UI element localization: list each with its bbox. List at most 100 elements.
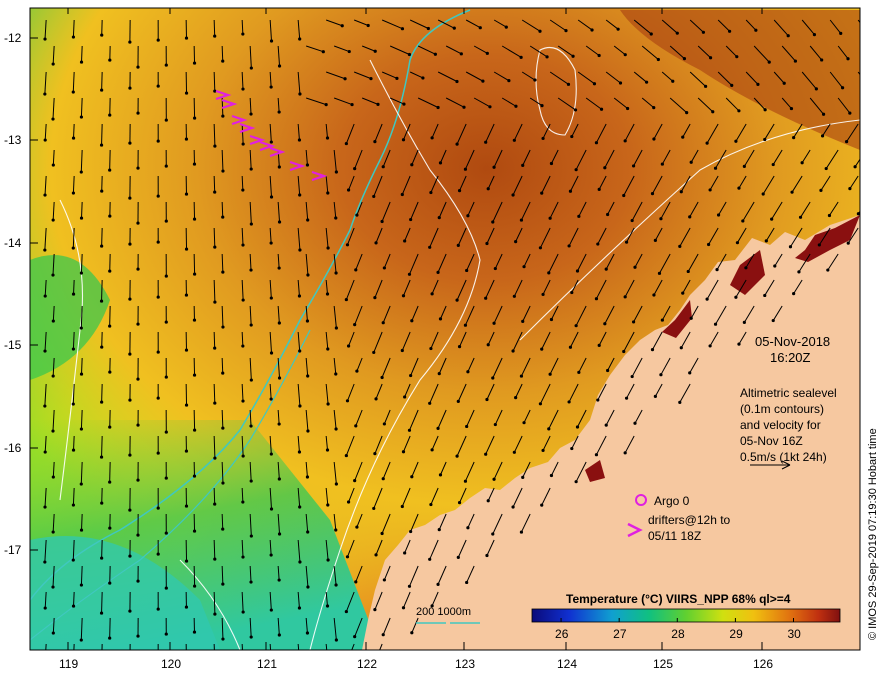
velocity-arrow-head <box>100 244 104 248</box>
velocity-arrow-head <box>184 137 189 141</box>
velocity-arrow-head <box>184 293 189 297</box>
velocity-arrow-head <box>436 105 440 110</box>
velocity-arrow-head <box>407 52 412 57</box>
velocity-arrow-head <box>380 219 384 224</box>
velocity-arrow-head <box>819 188 823 192</box>
velocity-arrow-head <box>344 297 348 302</box>
velocity-arrow-head <box>249 66 253 70</box>
velocity-arrow-head <box>491 220 495 224</box>
velocity-arrow-head <box>597 187 601 191</box>
velocity-arrow-head <box>708 344 712 348</box>
velocity-arrow-head <box>51 429 55 433</box>
velocity-arrow-head <box>486 343 490 347</box>
velocity-arrow-head <box>249 635 253 639</box>
velocity-arrow-head <box>873 56 876 59</box>
velocity-arrow-head <box>347 656 350 659</box>
velocity-arrow-head <box>577 214 581 218</box>
colorbar-tick-label: 30 <box>788 627 802 641</box>
colorbar-title: Temperature (°C) VIIRS_NPP 68% ql>=4 <box>566 592 791 606</box>
velocity-arrow-head <box>221 114 225 118</box>
velocity-arrow-head <box>277 422 281 426</box>
velocity-arrow-head <box>631 164 636 168</box>
velocity-arrow-head <box>325 448 330 452</box>
velocity-arrow-head <box>184 559 189 563</box>
velocity-arrow-head <box>374 241 378 245</box>
velocity-arrow-head <box>570 446 574 451</box>
velocity-arrow-head <box>485 51 489 55</box>
velocity-arrow-head <box>221 426 225 430</box>
velocity-arrow-head <box>71 347 76 351</box>
velocity-arrow-head <box>374 397 378 401</box>
velocity-arrow-head <box>326 246 330 250</box>
velocity-arrow-head <box>71 604 76 608</box>
velocity-arrow-head <box>100 33 104 37</box>
velocity-arrow-head <box>325 292 330 296</box>
velocity-arrow-head <box>355 213 359 217</box>
velocity-arrow-head <box>156 295 160 299</box>
velocity-arrow-head <box>221 371 225 375</box>
velocity-arrow-head <box>452 26 456 30</box>
velocity-arrow-head <box>541 292 545 297</box>
velocity-arrow-head <box>298 193 302 197</box>
velocity-arrow-head <box>577 370 581 374</box>
velocity-arrow-head <box>306 530 310 534</box>
velocity-arrow-head <box>660 318 664 322</box>
velocity-arrow-head <box>277 266 281 270</box>
velocity-arrow-head <box>373 49 377 53</box>
velocity-arrow <box>213 643 215 650</box>
velocity-arrow <box>241 487 244 503</box>
lon-tick-label: 121 <box>257 657 277 671</box>
velocity-arrow-head <box>429 502 433 507</box>
velocity-arrow-head <box>164 320 168 324</box>
velocity-arrow-head <box>156 38 160 42</box>
velocity-arrow-head <box>486 187 490 191</box>
velocity-arrow-head <box>213 557 217 561</box>
velocity-arrow-head <box>164 219 168 223</box>
lon-tick-label: 119 <box>59 657 78 671</box>
velocity-arrow-head <box>306 218 310 222</box>
velocity-arrow-head <box>192 373 197 377</box>
altimetry-line: (0.1m contours) <box>740 402 824 416</box>
velocity-arrow-head <box>156 552 160 556</box>
velocity-arrow-head <box>100 345 104 349</box>
velocity-arrow-head <box>533 78 537 82</box>
velocity-arrow-head <box>437 372 441 376</box>
velocity-arrow-head <box>409 217 413 222</box>
velocity-arrow-head <box>465 580 469 585</box>
lat-tick-label: -14 <box>4 236 22 250</box>
velocity-arrow-head <box>410 163 414 167</box>
velocity-arrow-head <box>421 76 425 80</box>
velocity-arrow-head <box>343 77 347 81</box>
velocity-arrow-head <box>164 63 168 67</box>
velocity-arrow-head <box>463 323 468 327</box>
velocity-arrow-head <box>429 190 433 195</box>
velocity-arrow-head <box>376 102 380 106</box>
velocity-arrow <box>866 98 876 112</box>
velocity-arrow-head <box>492 477 496 481</box>
velocity-arrow-head <box>650 192 655 196</box>
velocity-arrow-head <box>395 76 399 80</box>
velocity-arrow-head <box>504 25 508 29</box>
lat-tick-label: -16 <box>4 441 22 455</box>
velocity-arrow-head <box>624 396 629 400</box>
velocity-arrow-head <box>754 28 758 32</box>
velocity-arrow-head <box>79 583 84 587</box>
velocity-arrow-head <box>79 372 84 376</box>
velocity-arrow-head <box>128 297 132 301</box>
velocity-arrow-head <box>298 248 302 252</box>
velocity-arrow-head <box>43 505 47 509</box>
velocity-arrow-head <box>790 190 794 194</box>
velocity-arrow-head <box>493 266 497 271</box>
velocity-arrow-head <box>653 238 657 242</box>
sst-map: -12 -13 -14 -15 -16 -17 119 120 121 122 123 124 125… <box>4 7 879 671</box>
velocity-arrow-head <box>156 240 160 244</box>
velocity-arrow-head <box>514 396 518 400</box>
velocity-arrow-head <box>493 422 497 427</box>
velocity-arrow-head <box>541 448 545 453</box>
velocity-arrow-head <box>826 268 830 272</box>
velocity-arrow-head <box>346 344 351 348</box>
velocity-arrow-head <box>548 372 552 376</box>
altimetry-line: Altimetric sealevel <box>740 386 837 400</box>
velocity-arrow-head <box>592 82 597 86</box>
velocity-arrow-head <box>457 189 462 193</box>
